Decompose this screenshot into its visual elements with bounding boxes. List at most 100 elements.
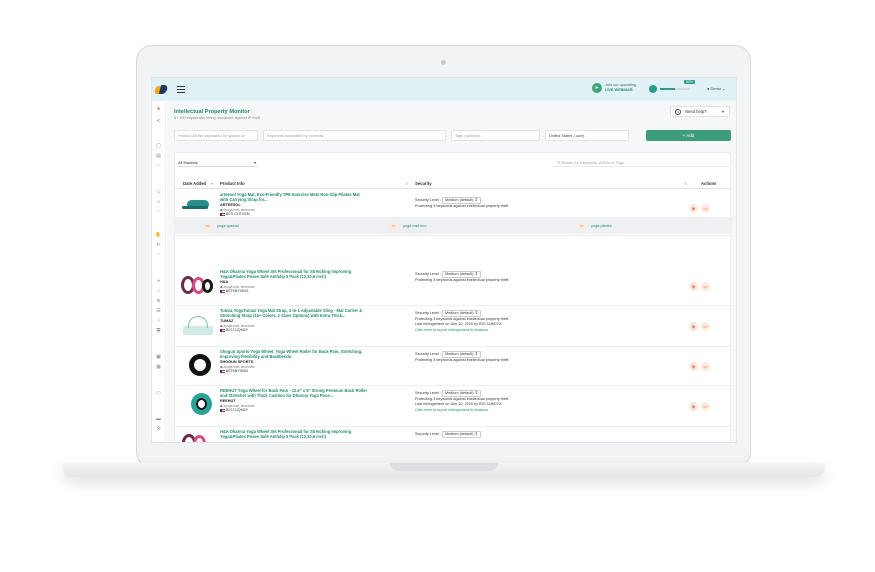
delete-icon[interactable]: ▭ <box>701 322 710 331</box>
view-icon[interactable]: ◉ <box>689 362 698 371</box>
lock-icon[interactable]: ▣ <box>155 354 162 360</box>
list-icon[interactable]: ☰ <box>155 308 162 314</box>
delete-icon[interactable]: ▭ <box>578 223 585 230</box>
bell-icon[interactable]: ♤ <box>155 318 162 324</box>
col-date-added[interactable]: Date Added <box>183 181 206 186</box>
us-flag-icon <box>220 328 225 332</box>
product-title[interactable]: Shogun Sports Yoga Wheel. Yoga Wheel Rol… <box>220 349 415 359</box>
user-menu[interactable]: ● Demo ⌄ <box>707 86 726 91</box>
sort-desc-icon[interactable]: ▾ <box>211 181 213 186</box>
monitor-table-panel: All Markets ▾ ⚲ Search for Keywords, ASI… <box>174 152 732 442</box>
asins-input[interactable]: Product ASINs separated by spaces or <box>174 130 258 141</box>
product-asin[interactable]: B07JJJQM2Y <box>220 328 248 332</box>
product-asin[interactable]: B07SBY5K63 <box>220 369 248 373</box>
keywords-input[interactable]: Keywords separated by commas <box>263 130 446 141</box>
product-title[interactable]: REEHUT Yoga Wheel for Back Pain - 12.6" … <box>220 388 415 398</box>
product-brand: H&A <box>220 280 229 284</box>
refresh-icon[interactable]: ↻ <box>155 242 162 248</box>
product-asin[interactable]: B07SBYXK63 <box>220 289 248 293</box>
protecting-text: Protecting 3 keywords against intellectu… <box>415 203 510 208</box>
code-icon[interactable]: ‹› <box>155 199 162 205</box>
star-icon[interactable]: ☆ <box>155 288 162 294</box>
chat-icon[interactable]: ◯ <box>155 143 162 149</box>
cart-icon[interactable]: ⊕ <box>155 298 162 304</box>
message-icon[interactable]: ▭ <box>155 390 162 396</box>
webinar-banner[interactable]: ▸ Join our upcoming LIVE WEBINAR <box>592 83 636 93</box>
book-icon[interactable]: ▤ <box>155 153 162 159</box>
delete-icon[interactable]: ▭ <box>204 223 211 230</box>
security-level-select[interactable]: Medium (default) ⇕ <box>442 197 481 204</box>
calculator-icon[interactable]: ▦ <box>155 364 162 370</box>
delete-icon[interactable]: ▭ <box>701 282 710 291</box>
col-security[interactable]: Security <box>415 181 432 186</box>
product-title[interactable]: H&A Dharma Yoga Wheel Set Professional f… <box>220 269 415 279</box>
product-brand: TUMAZ <box>220 319 234 323</box>
keyword-item: ▭ yoga mat eco <box>390 223 427 230</box>
security-cell: Security Level : Medium (default) ⇕ Prot… <box>415 197 509 209</box>
delete-icon[interactable]: ▭ <box>701 362 710 371</box>
sort-icon[interactable]: ⇕ <box>684 181 687 186</box>
favorite-icon[interactable]: ♡ <box>155 209 162 215</box>
marketplace-select[interactable]: United States (.com) <box>545 130 629 141</box>
share-icon[interactable]: ≺ <box>155 118 162 124</box>
report-link[interactable]: Click here to report infringement to Ama… <box>415 328 509 334</box>
tags-input[interactable]: Tags (optional) <box>451 130 540 141</box>
inbox-icon[interactable]: ▫ <box>155 252 162 258</box>
view-icon[interactable]: ◉ <box>689 282 698 291</box>
table-row: H&A Dharma Yoga Wheel Set Professional f… <box>175 267 732 306</box>
user-icon: ● <box>707 86 710 91</box>
table-row: Tumaz YogaTumaz Yoga Mat Strap, 2-in-1 A… <box>175 306 732 347</box>
sort-icon[interactable]: ⇕ <box>405 181 408 186</box>
security-level-select[interactable]: Medium (default) ⇕ <box>442 390 481 397</box>
delete-icon[interactable]: ▭ <box>701 204 710 213</box>
alert-icon[interactable]: ● <box>155 106 162 112</box>
delete-icon[interactable]: ▭ <box>701 402 710 411</box>
markets-value: All Markets <box>178 160 198 165</box>
markets-select[interactable]: All Markets ▾ <box>178 158 258 167</box>
delete-icon[interactable]: ▭ <box>390 223 397 230</box>
heart-icon[interactable]: ♡ <box>155 163 162 169</box>
security-cell: Security Level : Medium (default) ⇕ <box>415 431 481 438</box>
report-link[interactable]: Click here to report infringement to Ama… <box>415 408 509 414</box>
app-logo[interactable] <box>153 85 169 94</box>
security-level-select[interactable]: Medium (default) ⇕ <box>442 351 481 358</box>
need-help-button[interactable]: ? Need help? ▾ <box>670 106 730 117</box>
product-title[interactable]: arteesol Yoga Mat, Eco-Friendly TPE Exer… <box>220 192 415 202</box>
speed-icon[interactable]: ◕ <box>155 278 162 284</box>
table-row: REEHUT Yoga Wheel for Back Pain - 12.6" … <box>175 386 732 427</box>
keyword-item: ▭ yoga special <box>204 223 239 230</box>
security-level-select[interactable]: Medium (default) ⇕ <box>442 310 481 317</box>
col-product-info[interactable]: Product Info <box>220 181 245 186</box>
security-level-select[interactable]: Medium (default) ⇕ <box>442 271 481 278</box>
product-title[interactable]: Tumaz YogaTumaz Yoga Mat Strap, 2-in-1 A… <box>220 308 415 318</box>
shield-icon[interactable]: ⛨ <box>155 328 162 334</box>
page-title: Intellectual Property Monitor <box>174 109 250 115</box>
view-icon[interactable]: ◉ <box>689 204 698 213</box>
tools-icon[interactable]: ⚒ <box>155 426 162 432</box>
security-label: Security Level : <box>415 198 441 202</box>
infringement-text: Last infringement on Dec 10, 2019 by B07… <box>415 322 502 326</box>
setup-progress[interactable]: 50% <box>649 80 696 93</box>
tag-icon[interactable]: ◇ <box>155 189 162 195</box>
hand-icon[interactable]: ✋ <box>155 232 162 238</box>
truck-icon[interactable]: ▬ <box>155 416 162 422</box>
view-icon[interactable]: ◉ <box>689 402 698 411</box>
laptop-notch <box>390 463 498 471</box>
security-level-select[interactable]: Medium (default) ⇕ <box>442 431 481 438</box>
keyword-item: ▭ yoga pilates <box>578 223 612 230</box>
us-flag-icon <box>220 212 225 216</box>
product-brand: ARTEESOL <box>220 203 241 207</box>
search-placeholder: Search for Keywords, ASINs or Tags <box>560 160 624 165</box>
add-button[interactable]: + Add <box>646 130 731 141</box>
top-bar: ▸ Join our upcoming LIVE WEBINAR 50% ● D… <box>152 78 736 101</box>
table-search-input[interactable]: ⚲ Search for Keywords, ASINs or Tags <box>552 158 729 167</box>
view-icon[interactable]: ◉ <box>689 322 698 331</box>
search-icon: ⚲ <box>557 160 560 165</box>
security-label: Security Level : <box>415 432 441 436</box>
product-title[interactable]: H&A Dharma Yoga Wheel Set Professional f… <box>220 429 415 439</box>
menu-icon[interactable] <box>177 86 185 93</box>
table-row: H&A Dharma Yoga Wheel Set Professional f… <box>175 427 732 442</box>
product-asin[interactable]: B07LCHTVSM <box>220 212 250 216</box>
product-asin[interactable]: B07JJJQM2Y <box>220 408 248 412</box>
page-subtitle: 8 / 100 keyword(s) being monitored again… <box>174 116 260 120</box>
